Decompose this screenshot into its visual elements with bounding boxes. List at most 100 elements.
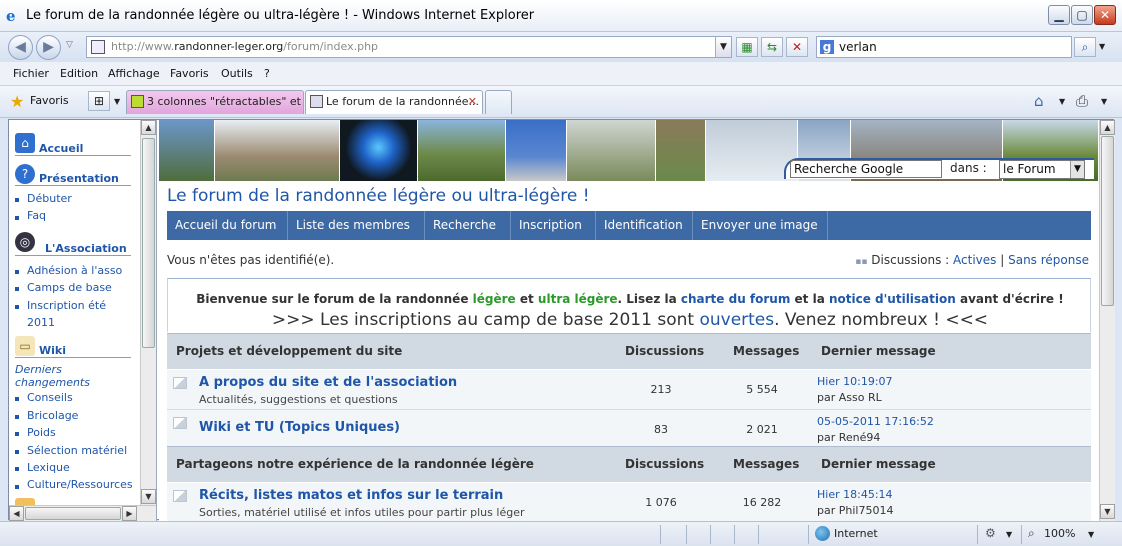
- link-legere[interactable]: légère: [473, 292, 516, 306]
- scroll-down-button[interactable]: ▼: [1100, 504, 1115, 519]
- close-button[interactable]: ✕: [1094, 5, 1116, 25]
- last-message-date[interactable]: Hier 18:45:14: [817, 488, 893, 501]
- search-options-icon[interactable]: ▼: [1099, 42, 1105, 51]
- quick-tabs-icon[interactable]: ⊞: [88, 91, 110, 111]
- new-tab-button[interactable]: [485, 90, 512, 114]
- sidebar-recent-2[interactable]: changements: [15, 376, 90, 389]
- security-zone[interactable]: Internet: [834, 527, 878, 540]
- scroll-right-button[interactable]: ▶: [122, 506, 137, 521]
- sidebar-frame: ⌂ Accueil ? Présentation Débuter Faq ◎ L…: [9, 120, 157, 521]
- tab-colonnes[interactable]: 3 colonnes "rétractables" et f...: [126, 90, 304, 114]
- forum-link[interactable]: A propos du site et de l'association: [199, 375, 457, 390]
- scroll-thumb-horizontal[interactable]: [25, 507, 121, 520]
- sidebar-item-camps[interactable]: Camps de base: [27, 281, 112, 294]
- sidebar-item-inscription-year[interactable]: 2011: [27, 316, 55, 329]
- stop-icon[interactable]: ✕: [786, 37, 808, 57]
- sidebar-item-poids[interactable]: Poids: [27, 426, 56, 439]
- banner-photos: Recherche Google dans : le Forum ▼: [159, 120, 1099, 181]
- nav-identification[interactable]: Identification: [596, 211, 693, 240]
- google-search-input[interactable]: Recherche Google: [790, 160, 942, 178]
- search-scope-select[interactable]: le Forum ▼: [999, 160, 1085, 179]
- nav-accueil[interactable]: Accueil du forum: [167, 211, 288, 240]
- refresh-icon[interactable]: ⇆: [761, 37, 783, 57]
- link-ultra-legere[interactable]: ultra légère: [538, 292, 618, 306]
- sidebar-item-debuter[interactable]: Débuter: [27, 192, 72, 205]
- sidebar-accueil[interactable]: Accueil: [15, 138, 131, 156]
- sidebar-item-inscription[interactable]: Inscription été: [27, 299, 106, 312]
- link-sans-reponse[interactable]: Sans réponse: [1008, 253, 1089, 267]
- zoom-icon[interactable]: ⌕: [1028, 526, 1035, 541]
- link-ouvertes[interactable]: ouvertes: [699, 310, 774, 330]
- compatibility-icon[interactable]: ▦: [736, 37, 758, 57]
- menu-favoris[interactable]: Favoris: [170, 67, 209, 80]
- back-button[interactable]: ◀: [8, 35, 33, 60]
- print-icon[interactable]: ⎙: [1076, 92, 1088, 110]
- sidebar-association[interactable]: L'Association: [15, 238, 131, 256]
- scroll-up-button[interactable]: ▲: [141, 120, 156, 135]
- sidebar-item-conseils[interactable]: Conseils: [27, 391, 73, 404]
- address-bar[interactable]: http://www.randonner-leger.org/forum/ind…: [86, 36, 732, 58]
- link-actives[interactable]: Actives: [953, 253, 996, 267]
- sidebar-item-lexique[interactable]: Lexique: [27, 461, 70, 474]
- forum-link[interactable]: Récits, listes matos et infos sur le ter…: [199, 488, 503, 503]
- sidebar-item-culture[interactable]: Culture/Ressources: [27, 478, 133, 491]
- separator: [710, 525, 711, 544]
- menu-outils[interactable]: Outils: [221, 67, 253, 80]
- bullet-icon: [15, 216, 19, 220]
- link-notice[interactable]: notice d'utilisation: [829, 292, 956, 306]
- forum-discussions: 1 076: [645, 496, 677, 509]
- forum-title[interactable]: Le forum de la randonnée légère ou ultra…: [167, 186, 590, 206]
- scroll-thumb[interactable]: [1101, 136, 1114, 306]
- search-input[interactable]: verlan: [839, 40, 877, 54]
- nav-membres[interactable]: Liste des membres: [288, 211, 425, 240]
- address-url[interactable]: http://www.randonner-leger.org/forum/ind…: [111, 40, 378, 53]
- sidebar-recent-1[interactable]: Derniers: [15, 363, 62, 376]
- minimize-button[interactable]: ▁: [1048, 5, 1070, 25]
- chevron-down-icon: ▼: [1070, 161, 1084, 178]
- print-dropdown-icon[interactable]: ▼: [1101, 97, 1107, 106]
- separator: [808, 525, 809, 544]
- address-dropdown-icon[interactable]: ▼: [715, 37, 731, 57]
- nav-envoyer-image[interactable]: Envoyer une image: [693, 211, 828, 240]
- scroll-thumb[interactable]: [142, 138, 155, 348]
- home-dropdown-icon[interactable]: ▼: [1059, 97, 1065, 106]
- favorites-label[interactable]: Favoris: [30, 94, 69, 107]
- protected-mode-icon[interactable]: ⚙: [985, 526, 996, 540]
- home-icon[interactable]: ⌂: [1034, 92, 1044, 110]
- sidebar-presentation[interactable]: Présentation: [15, 168, 131, 186]
- menu-help[interactable]: ?: [264, 67, 270, 80]
- forum-link[interactable]: Wiki et TU (Topics Uniques): [199, 420, 400, 435]
- maximize-button[interactable]: ▢: [1071, 5, 1093, 25]
- scroll-up-button[interactable]: ▲: [1100, 120, 1115, 135]
- zoom-dropdown-icon[interactable]: ▼: [1088, 530, 1094, 539]
- menu-bar: Fichier Edition Affichage Favoris Outils…: [0, 62, 1122, 86]
- favorites-star-icon[interactable]: ★: [10, 92, 24, 111]
- nav-inscription[interactable]: Inscription: [511, 211, 596, 240]
- forward-button[interactable]: ▶: [36, 35, 61, 60]
- sidebar-item-faq[interactable]: Faq: [27, 209, 46, 222]
- sidebar-item-selection[interactable]: Sélection matériel: [27, 444, 127, 457]
- nav-recherche[interactable]: Recherche: [425, 211, 511, 240]
- zoom-level[interactable]: 100%: [1044, 527, 1075, 540]
- link-charte[interactable]: charte du forum: [681, 292, 790, 306]
- tab-close-icon[interactable]: ✕: [468, 91, 477, 113]
- history-dropdown-icon[interactable]: ▽: [66, 40, 73, 50]
- sidebar-item-bricolage[interactable]: Bricolage: [27, 409, 78, 422]
- sidebar-wiki[interactable]: Wiki: [15, 340, 131, 358]
- sidebar-item-adhesion[interactable]: Adhésion à l'asso: [27, 264, 122, 277]
- menu-affichage[interactable]: Affichage: [108, 67, 160, 80]
- chevron-down-icon[interactable]: ▼: [1006, 530, 1012, 539]
- page-vertical-scrollbar[interactable]: ▲ ▼: [1099, 120, 1115, 521]
- scroll-down-button[interactable]: ▼: [141, 489, 156, 504]
- search-box[interactable]: g verlan: [816, 36, 1072, 58]
- scroll-left-button[interactable]: ◀: [9, 506, 24, 521]
- menu-fichier[interactable]: Fichier: [13, 67, 49, 80]
- menu-edition[interactable]: Edition: [60, 67, 98, 80]
- tab-forum[interactable]: Le forum de la randonnée... ✕: [305, 90, 483, 114]
- last-message-date[interactable]: 05-05-2011 17:16:52: [817, 415, 934, 428]
- tab-list-icon[interactable]: ▼: [114, 97, 120, 106]
- sidebar-horizontal-scrollbar[interactable]: ◀ ▶: [9, 505, 156, 521]
- last-message-date[interactable]: Hier 10:19:07: [817, 375, 893, 388]
- sidebar-vertical-scrollbar[interactable]: ▲ ▼: [140, 120, 156, 505]
- search-icon[interactable]: ⌕: [1074, 37, 1096, 57]
